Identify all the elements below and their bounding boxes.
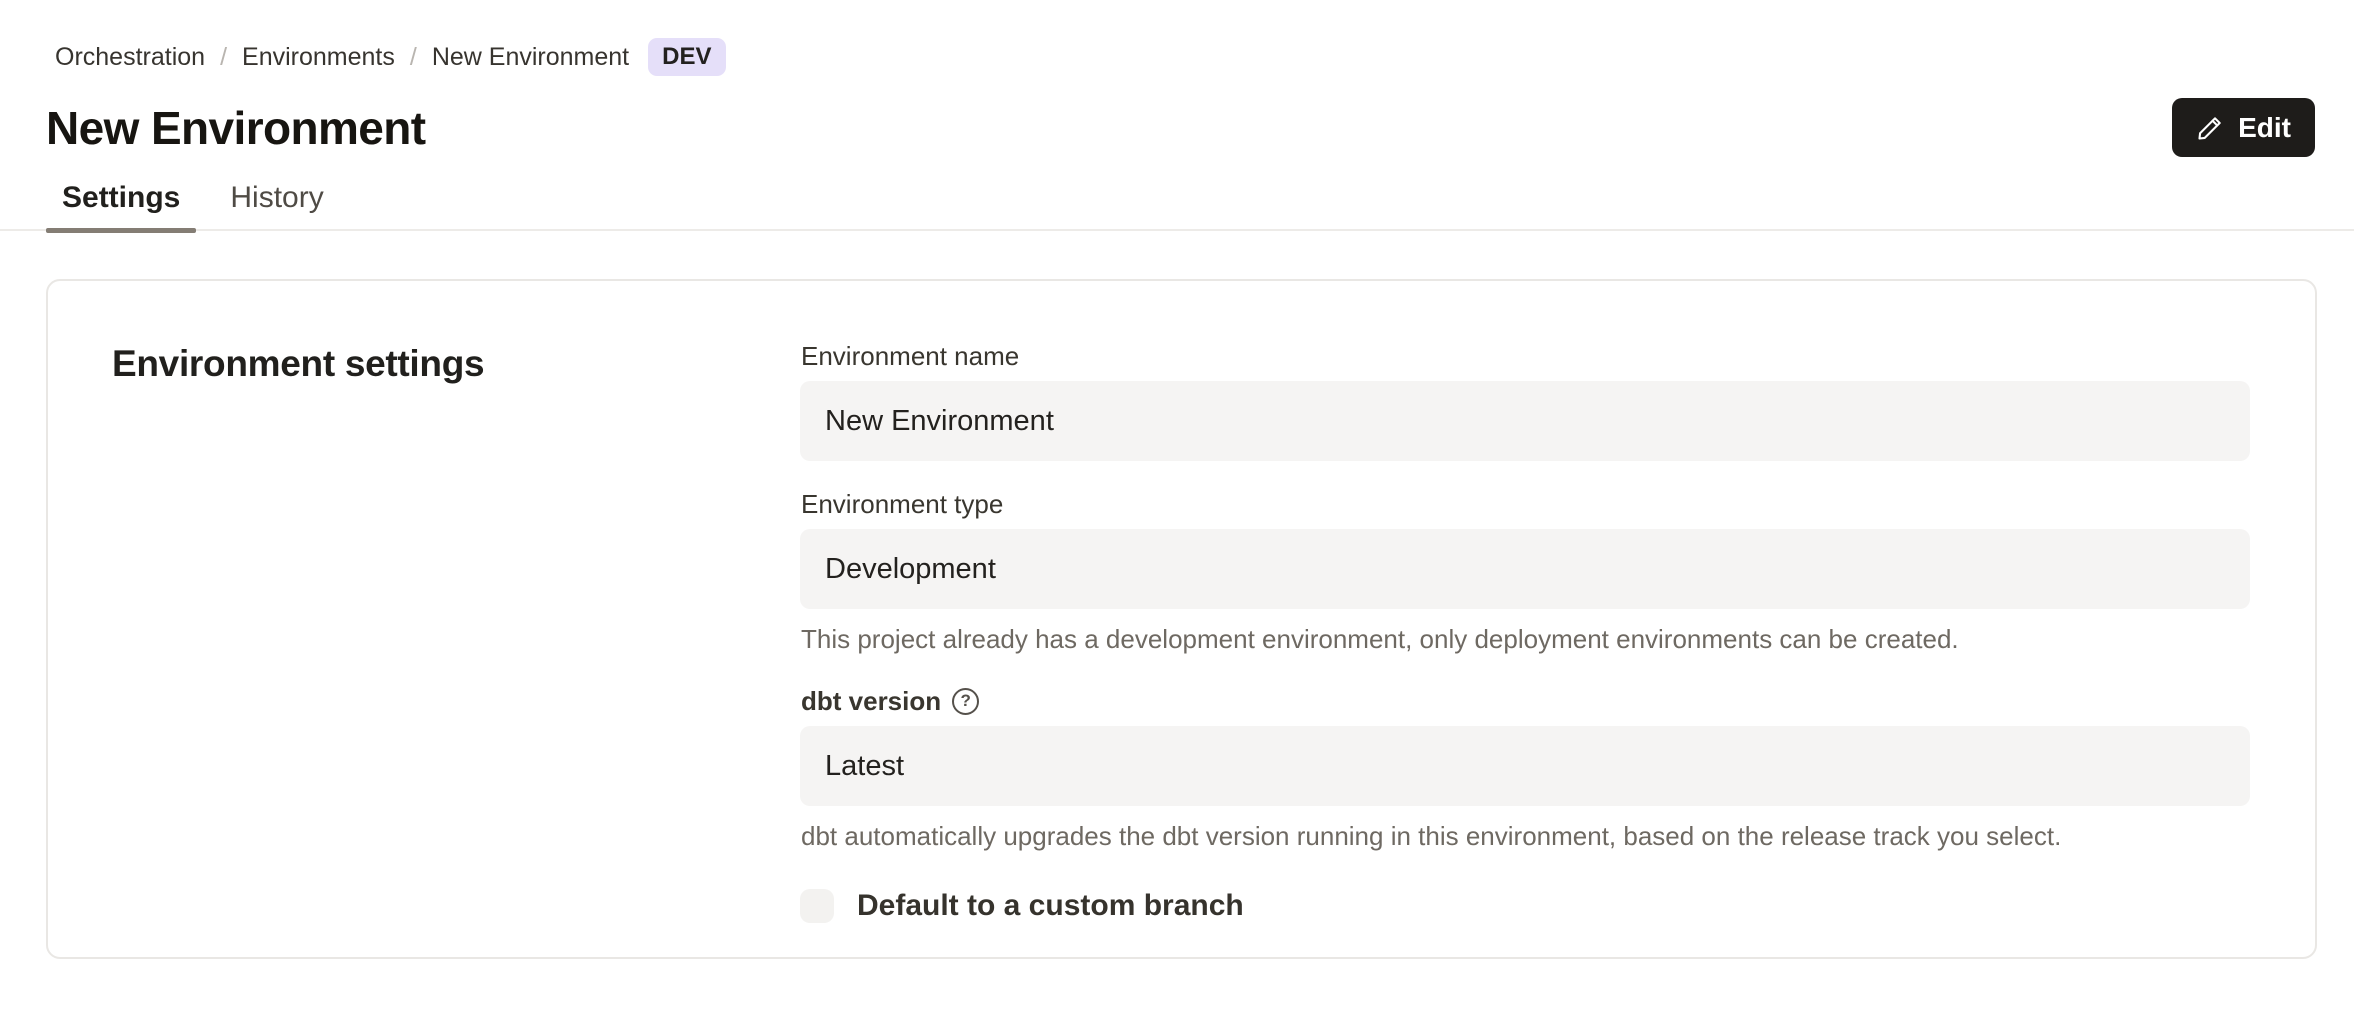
page-title: New Environment [46, 101, 426, 155]
dev-environment-badge: DEV [648, 38, 725, 76]
tab-settings[interactable]: Settings [46, 173, 196, 229]
environment-name-input[interactable]: New Environment [800, 381, 2250, 461]
pencil-icon [2196, 114, 2224, 142]
tab-history[interactable]: History [214, 173, 339, 229]
custom-branch-checkbox[interactable] [800, 889, 834, 923]
dbt-version-label: dbt version ? [801, 686, 2250, 717]
edit-button-label: Edit [2238, 112, 2291, 144]
dbt-version-helper-text: dbt automatically upgrades the dbt versi… [801, 820, 2250, 853]
page: Orchestration / Environments / New Envir… [0, 0, 2354, 1020]
title-row: New Environment Edit [46, 98, 2315, 157]
dbt-version-label-text: dbt version [801, 686, 941, 717]
breadcrumb-separator: / [410, 43, 417, 72]
breadcrumb-item-environments[interactable]: Environments [242, 43, 395, 72]
custom-branch-checkbox-label: Default to a custom branch [857, 889, 1244, 923]
breadcrumb-separator: / [220, 43, 227, 72]
tab-bar: Settings History [0, 173, 2354, 231]
edit-button[interactable]: Edit [2172, 98, 2315, 157]
environment-type-helper-text: This project already has a development e… [801, 623, 2250, 656]
dbt-version-select[interactable]: Latest [800, 726, 2250, 806]
question-mark-circle-icon[interactable]: ? [952, 688, 979, 715]
field-environment-type: Environment type Development This projec… [800, 489, 2250, 656]
custom-branch-row: Default to a custom branch [800, 889, 2250, 923]
environment-settings-form: Environment name New Environment Environ… [800, 341, 2250, 957]
breadcrumb-item-orchestration[interactable]: Orchestration [55, 43, 205, 72]
field-environment-name: Environment name New Environment [800, 341, 2250, 461]
environment-name-label: Environment name [801, 341, 2250, 372]
breadcrumb: Orchestration / Environments / New Envir… [0, 0, 2354, 76]
field-dbt-version: dbt version ? Latest dbt automatically u… [800, 686, 2250, 853]
breadcrumb-item-new-environment: New Environment [432, 43, 629, 72]
environment-type-select[interactable]: Development [800, 529, 2250, 609]
environment-type-label: Environment type [801, 489, 2250, 520]
environment-settings-card: Environment settings Environment name Ne… [46, 279, 2317, 959]
card-heading: Environment settings [112, 343, 800, 957]
